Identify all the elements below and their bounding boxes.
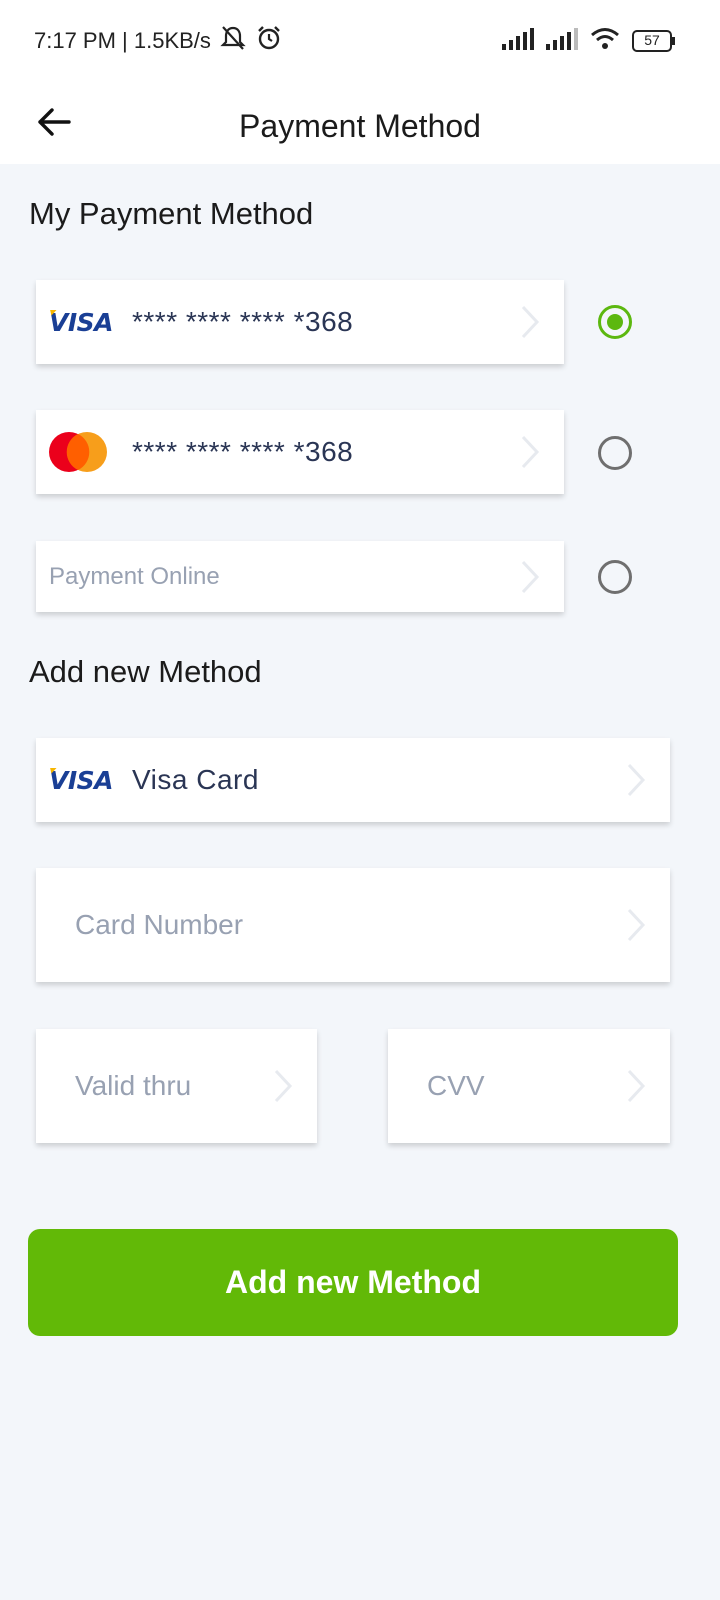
- my-payment-method-title: My Payment Method: [29, 196, 314, 231]
- radio-payment-online[interactable]: [598, 560, 632, 594]
- payment-online-option[interactable]: Payment Online: [36, 541, 564, 612]
- radio-visa[interactable]: [598, 305, 632, 339]
- alarm-icon: [255, 24, 283, 58]
- card-number-masked: **** **** **** *368: [132, 436, 354, 467]
- visa-logo: VISA: [49, 765, 114, 795]
- valid-thru-placeholder: Valid thru: [75, 1070, 192, 1101]
- card-number-masked: **** **** **** *368: [132, 306, 354, 337]
- saved-mastercard-card[interactable]: **** **** **** *368: [36, 410, 564, 494]
- saved-visa-card[interactable]: VISA **** **** **** *368: [36, 280, 564, 364]
- chevron-right-icon: [521, 435, 540, 469]
- battery-level: 57: [644, 32, 660, 48]
- status-time-speed: 7:17 PM | 1.5KB/s: [34, 28, 211, 53]
- card-number-placeholder: Card Number: [75, 909, 244, 940]
- card-type-label: Visa Card: [132, 764, 259, 795]
- chevron-right-icon: [521, 305, 540, 339]
- mastercard-logo: [49, 424, 107, 480]
- chevron-right-icon: [627, 1069, 646, 1103]
- cvv-field[interactable]: CVV: [388, 1029, 670, 1143]
- app-bar: Payment Method: [0, 82, 720, 164]
- chevron-right-icon: [274, 1069, 293, 1103]
- payment-online-label: Payment Online: [49, 562, 220, 590]
- valid-thru-field[interactable]: Valid thru: [36, 1029, 317, 1143]
- chevron-right-icon: [627, 908, 646, 942]
- signal-icon-2: [546, 27, 578, 55]
- signal-icon: [502, 27, 534, 55]
- card-number-field[interactable]: Card Number: [36, 868, 670, 982]
- add-new-method-title: Add new Method: [29, 654, 262, 689]
- battery-icon: 57: [632, 30, 676, 52]
- chevron-right-icon: [521, 560, 540, 593]
- mute-icon: [219, 24, 247, 58]
- add-new-method-button[interactable]: Add new Method: [28, 1229, 678, 1336]
- status-bar: 7:17 PM | 1.5KB/s 57: [0, 0, 720, 82]
- page-title: Payment Method: [239, 108, 481, 144]
- wifi-icon: [590, 27, 620, 56]
- visa-logo: VISA: [49, 307, 114, 337]
- cvv-placeholder: CVV: [427, 1070, 485, 1101]
- card-type-select[interactable]: VISA Visa Card: [36, 738, 670, 822]
- chevron-right-icon: [627, 763, 646, 797]
- radio-mastercard[interactable]: [598, 436, 632, 470]
